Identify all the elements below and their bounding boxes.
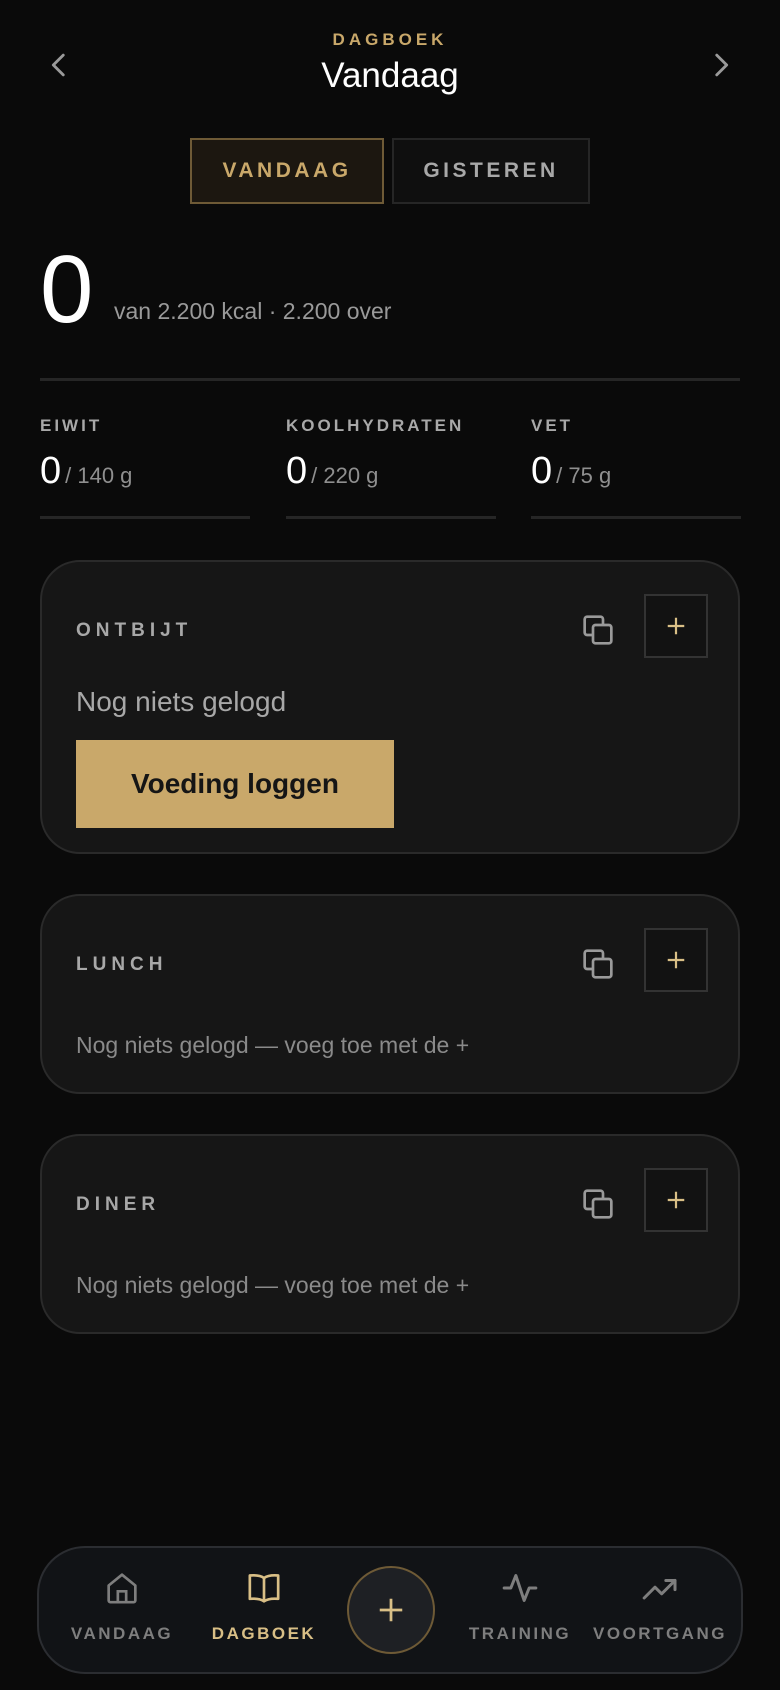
add-food-button[interactable] [644, 928, 708, 992]
nav-tab-training[interactable]: TRAINING [445, 1568, 595, 1644]
nav-tab-label: TRAINING [468, 1624, 572, 1643]
nav-tab-voortgang[interactable]: VOORTGANG [585, 1568, 735, 1644]
macro-progress-bar [531, 516, 741, 519]
page-eyebrow: DAGBOEK [332, 30, 448, 49]
add-food-button[interactable] [644, 1168, 708, 1232]
macro-goal: / 220 g [311, 463, 379, 488]
macro-goal: / 75 g [556, 463, 612, 488]
macro-value: 0 [40, 450, 62, 492]
nav-tab-label: VOORTGANG [593, 1624, 727, 1643]
copy-meal-button[interactable] [578, 610, 618, 650]
calories-consumed: 0 [40, 236, 94, 343]
meal-title: LUNCH [76, 954, 168, 975]
macro-goal: / 140 g [65, 463, 133, 488]
meal-title: ONTBIJT [76, 620, 193, 641]
macro-progress-bar [40, 516, 250, 519]
meal-card-ontbijt: ONTBIJT Nog niets gelogd Voeding loggen [40, 560, 740, 854]
macro-label: KOOLHYDRATEN [286, 416, 465, 435]
macro-eiwit: EIWIT 0/ 140 g [40, 416, 250, 519]
plus-icon [667, 1191, 685, 1209]
activity-icon [502, 1574, 538, 1602]
calories-summary: van 2.200 kcal · 2.200 over [114, 298, 392, 324]
log-food-button[interactable]: Voeding loggen [76, 740, 394, 828]
macro-progress-bar [286, 516, 496, 519]
add-food-button[interactable] [644, 594, 708, 658]
macro-value: 0 [286, 450, 308, 492]
meal-title: DINER [76, 1194, 161, 1215]
plus-icon [667, 951, 685, 969]
macro-vet: VET 0/ 75 g [531, 416, 741, 519]
tab-gisteren[interactable]: GISTEREN [392, 138, 590, 204]
meal-card-diner: DINER Nog niets gelogd — voeg toe met de… [40, 1134, 740, 1334]
macro-label: VET [531, 416, 574, 435]
bottom-nav: VANDAAG DAGBOEK TRAINING VOORTGANG [37, 1546, 743, 1674]
page-title: Vandaag [321, 56, 459, 95]
calorie-progress-bar [40, 378, 740, 381]
nav-tab-dagboek[interactable]: DAGBOEK [189, 1568, 339, 1644]
nav-tab-vandaag[interactable]: VANDAAG [47, 1568, 197, 1644]
tab-vandaag[interactable]: VANDAAG [190, 138, 384, 204]
nav-tab-label: VANDAAG [70, 1624, 174, 1643]
nav-tab-label: DAGBOEK [211, 1624, 317, 1643]
copy-meal-button[interactable] [578, 944, 618, 984]
macro-koolhydraten: KOOLHYDRATEN 0/ 220 g [286, 416, 496, 519]
copy-icon [583, 1189, 613, 1219]
plus-icon [667, 617, 685, 635]
copy-meal-button[interactable] [578, 1184, 618, 1224]
quick-add-button[interactable] [347, 1566, 435, 1654]
plus-icon [379, 1598, 403, 1622]
trending-up-icon [642, 1579, 677, 1600]
empty-state-text: Nog niets gelogd — voeg toe met de + [76, 1272, 470, 1298]
empty-state-text: Nog niets gelogd — voeg toe met de + [76, 1032, 470, 1058]
book-icon [248, 1574, 280, 1603]
meal-card-lunch: LUNCH Nog niets gelogd — voeg toe met de… [40, 894, 740, 1094]
copy-icon [583, 949, 613, 979]
home-icon [107, 1573, 137, 1604]
copy-icon [583, 615, 613, 645]
macro-label: EIWIT [40, 416, 103, 435]
empty-state-text: Nog niets gelogd [76, 686, 287, 717]
macro-value: 0 [531, 450, 553, 492]
